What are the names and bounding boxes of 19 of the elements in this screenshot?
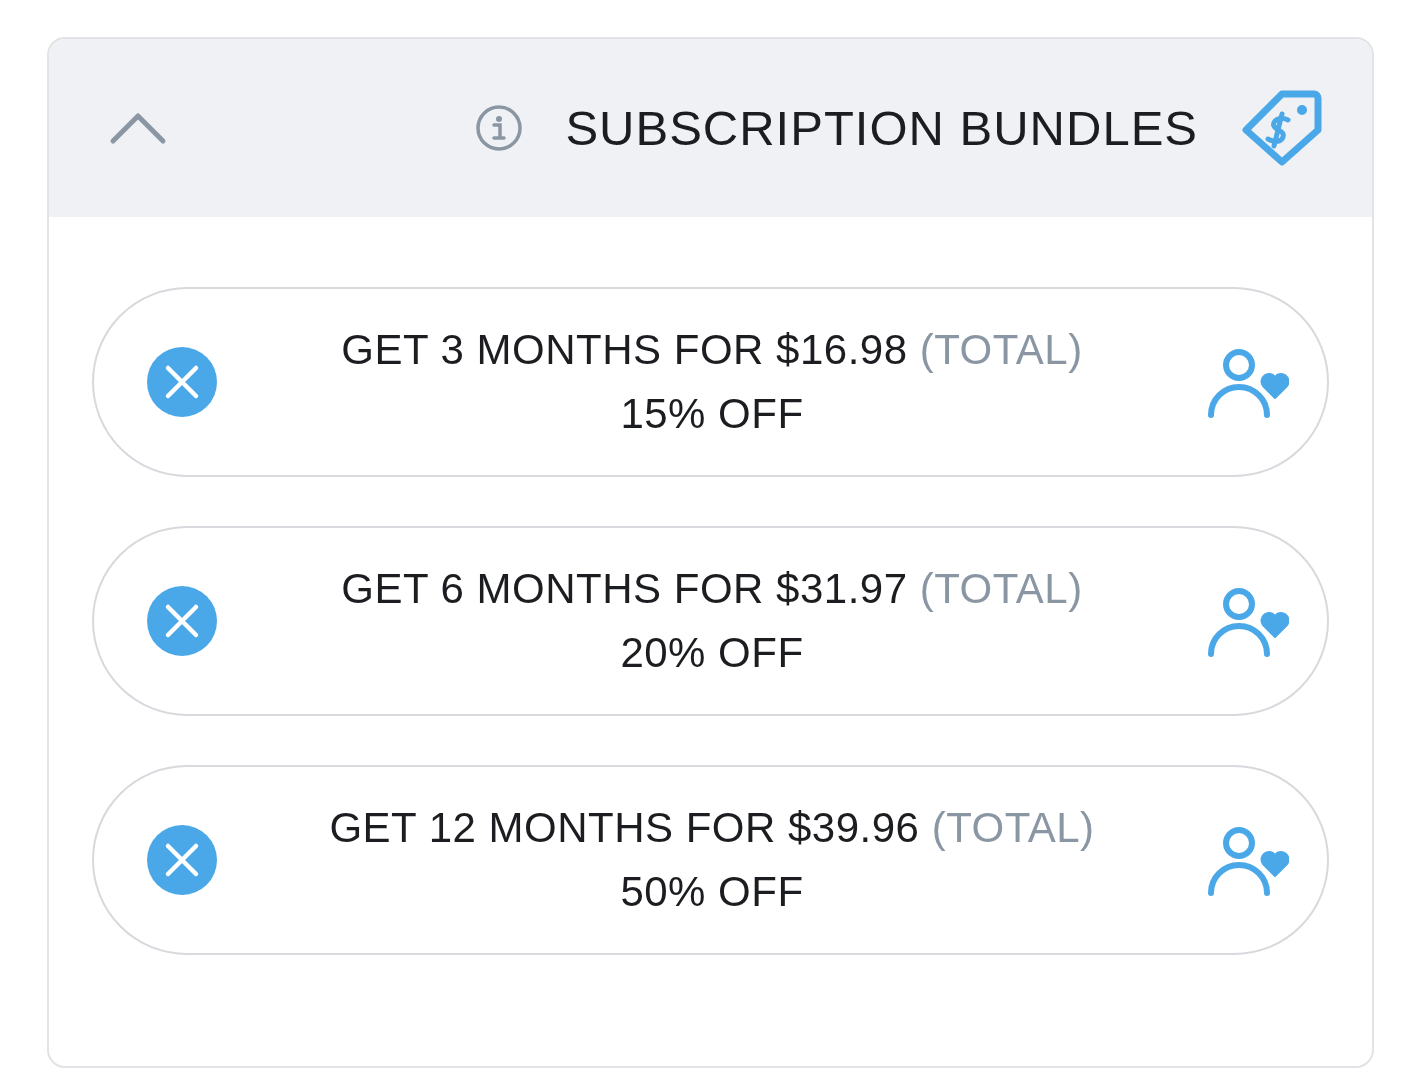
person-heart-icon [1207,824,1289,896]
person-heart-icon [1207,346,1289,418]
bundle-button[interactable]: GET 3 MONTHS FOR $16.98 (TOTAL) 15% OFF [92,287,1329,477]
bundle-button[interactable]: GET 6 MONTHS FOR $31.97 (TOTAL) 20% OFF [92,526,1329,716]
person-heart-icon [1207,585,1289,657]
close-icon[interactable] [147,586,217,656]
bundle-offer: GET 6 MONTHS FOR $31.97 (TOTAL) [341,564,1083,614]
bundle-discount: 20% OFF [620,628,804,678]
chevron-up-icon[interactable] [109,111,167,145]
bundle-discount: 15% OFF [620,389,804,439]
bundle-offer: GET 12 MONTHS FOR $39.96 (TOTAL) [329,803,1095,853]
bundle-offer: GET 3 MONTHS FOR $16.98 (TOTAL) [341,325,1083,375]
close-icon[interactable] [147,825,217,895]
price-tag-icon [1242,90,1322,166]
bundle-button[interactable]: GET 12 MONTHS FOR $39.96 (TOTAL) 50% OFF [92,765,1329,955]
info-icon[interactable] [475,104,524,152]
bundle-discount: 50% OFF [620,867,804,917]
close-icon[interactable] [147,347,217,417]
panel-title: SUBSCRIPTION BUNDLES [565,100,1198,156]
